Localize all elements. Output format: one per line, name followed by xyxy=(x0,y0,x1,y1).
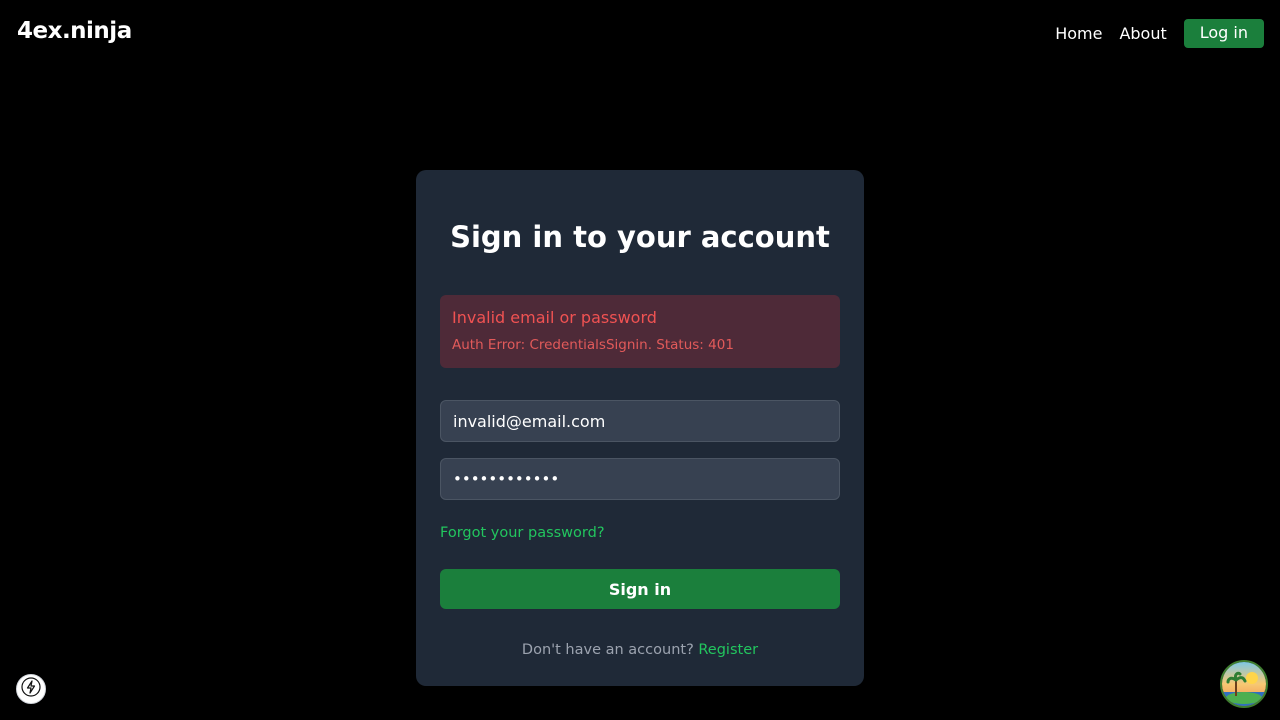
brand-logo[interactable]: 4ex.ninja xyxy=(17,18,132,44)
sign-in-button[interactable]: Sign in xyxy=(440,569,840,609)
error-title: Invalid email or password xyxy=(452,308,657,327)
forgot-password-link[interactable]: Forgot your password? xyxy=(440,525,605,541)
email-input[interactable] xyxy=(440,400,840,442)
register-row: Don't have an account? Register xyxy=(416,642,864,658)
beach-avatar-icon xyxy=(1222,662,1266,706)
user-avatar[interactable] xyxy=(1220,660,1268,708)
error-detail: Auth Error: CredentialsSignin. Status: 4… xyxy=(452,337,734,353)
register-link[interactable]: Register xyxy=(698,642,758,658)
navbar: 4ex.ninja Home About Log in xyxy=(0,0,1280,68)
password-input[interactable] xyxy=(440,458,840,500)
error-alert: Invalid email or password Auth Error: Cr… xyxy=(440,295,840,368)
nav-about-link[interactable]: About xyxy=(1119,24,1166,43)
login-button[interactable]: Log in xyxy=(1183,19,1264,48)
nav-home-link[interactable]: Home xyxy=(1055,24,1102,43)
nav-links: Home About Log in xyxy=(1055,19,1264,48)
page-title: Sign in to your account xyxy=(450,220,830,254)
signin-card: Sign in to your account Invalid email or… xyxy=(416,170,864,686)
lightning-icon xyxy=(21,677,41,701)
register-prompt: Don't have an account? xyxy=(521,642,694,658)
dev-tools-button[interactable] xyxy=(16,674,46,704)
